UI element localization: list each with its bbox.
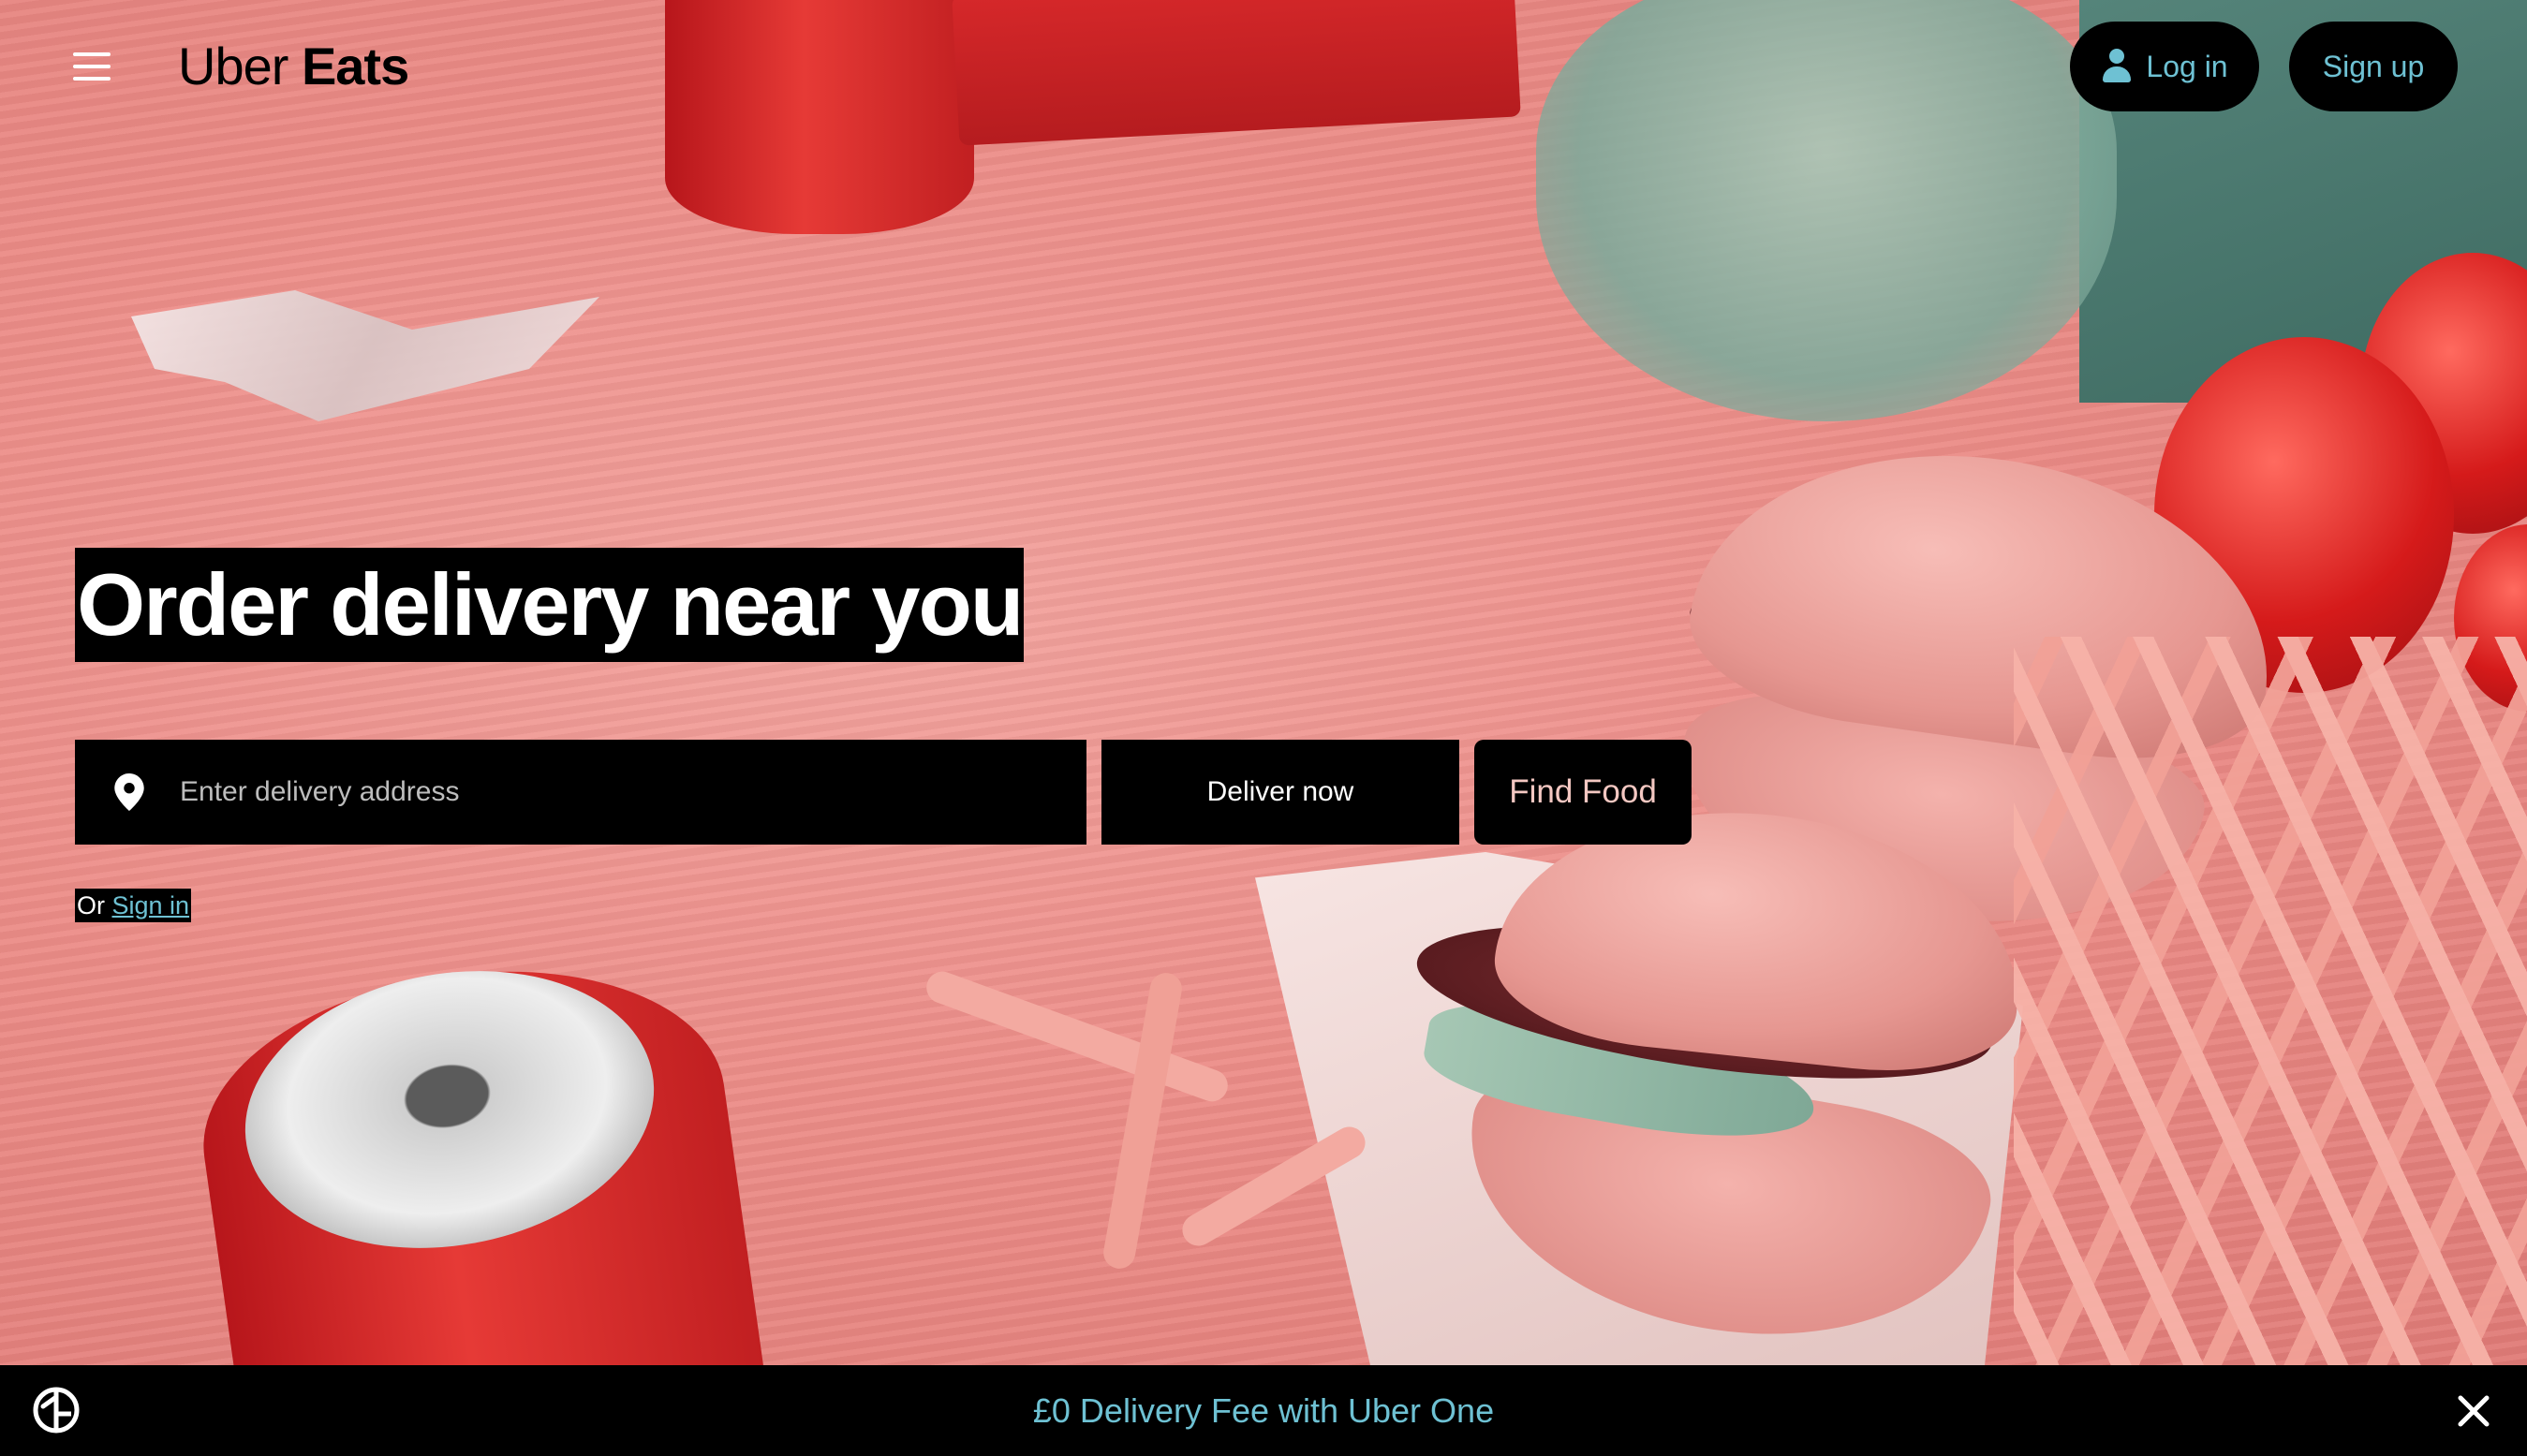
sign-up-label: Sign up <box>2322 49 2425 83</box>
log-in-label: Log in <box>2146 49 2228 83</box>
sign-in-link[interactable]: Sign in <box>112 891 190 919</box>
fry-image <box>1101 970 1185 1272</box>
or-text: Or <box>77 891 112 919</box>
delivery-address-input[interactable] <box>180 740 1060 845</box>
menu-icon[interactable] <box>73 52 114 82</box>
log-in-button[interactable]: Log in <box>2070 22 2259 111</box>
deliver-now-dropdown[interactable]: Deliver now <box>1101 740 1459 845</box>
sign-up-button[interactable]: Sign up <box>2289 22 2458 111</box>
find-food-button[interactable]: Find Food <box>1474 740 1692 845</box>
logo-text-uber: Uber <box>178 37 302 96</box>
delivery-address-field[interactable] <box>75 740 1086 845</box>
fry-image <box>922 966 1233 1107</box>
uber-eats-landing-page: Uber Eats Log in Sign up Order delivery … <box>0 0 2527 1456</box>
find-food-label: Find Food <box>1509 773 1657 810</box>
hero-background-image <box>0 0 2527 1456</box>
location-pin-icon <box>114 773 144 811</box>
fries-image <box>2014 637 2527 1365</box>
uber-one-promo-link[interactable]: £0 Delivery Fee with Uber One <box>0 1365 2527 1456</box>
uber-one-promo-banner: £0 Delivery Fee with Uber One <box>0 1365 2527 1456</box>
site-header: Uber Eats Log in Sign up <box>0 0 2527 131</box>
logo-text-eats: Eats <box>301 37 409 96</box>
sign-in-prompt: Or Sign in <box>75 889 192 922</box>
user-icon <box>2101 49 2133 84</box>
foil-wrapper-image <box>131 290 599 421</box>
page-title: Order delivery near you <box>75 548 1024 662</box>
close-icon[interactable] <box>2452 1390 2495 1433</box>
deliver-now-label: Deliver now <box>1206 776 1354 807</box>
uber-eats-logo[interactable]: Uber Eats <box>178 34 409 99</box>
